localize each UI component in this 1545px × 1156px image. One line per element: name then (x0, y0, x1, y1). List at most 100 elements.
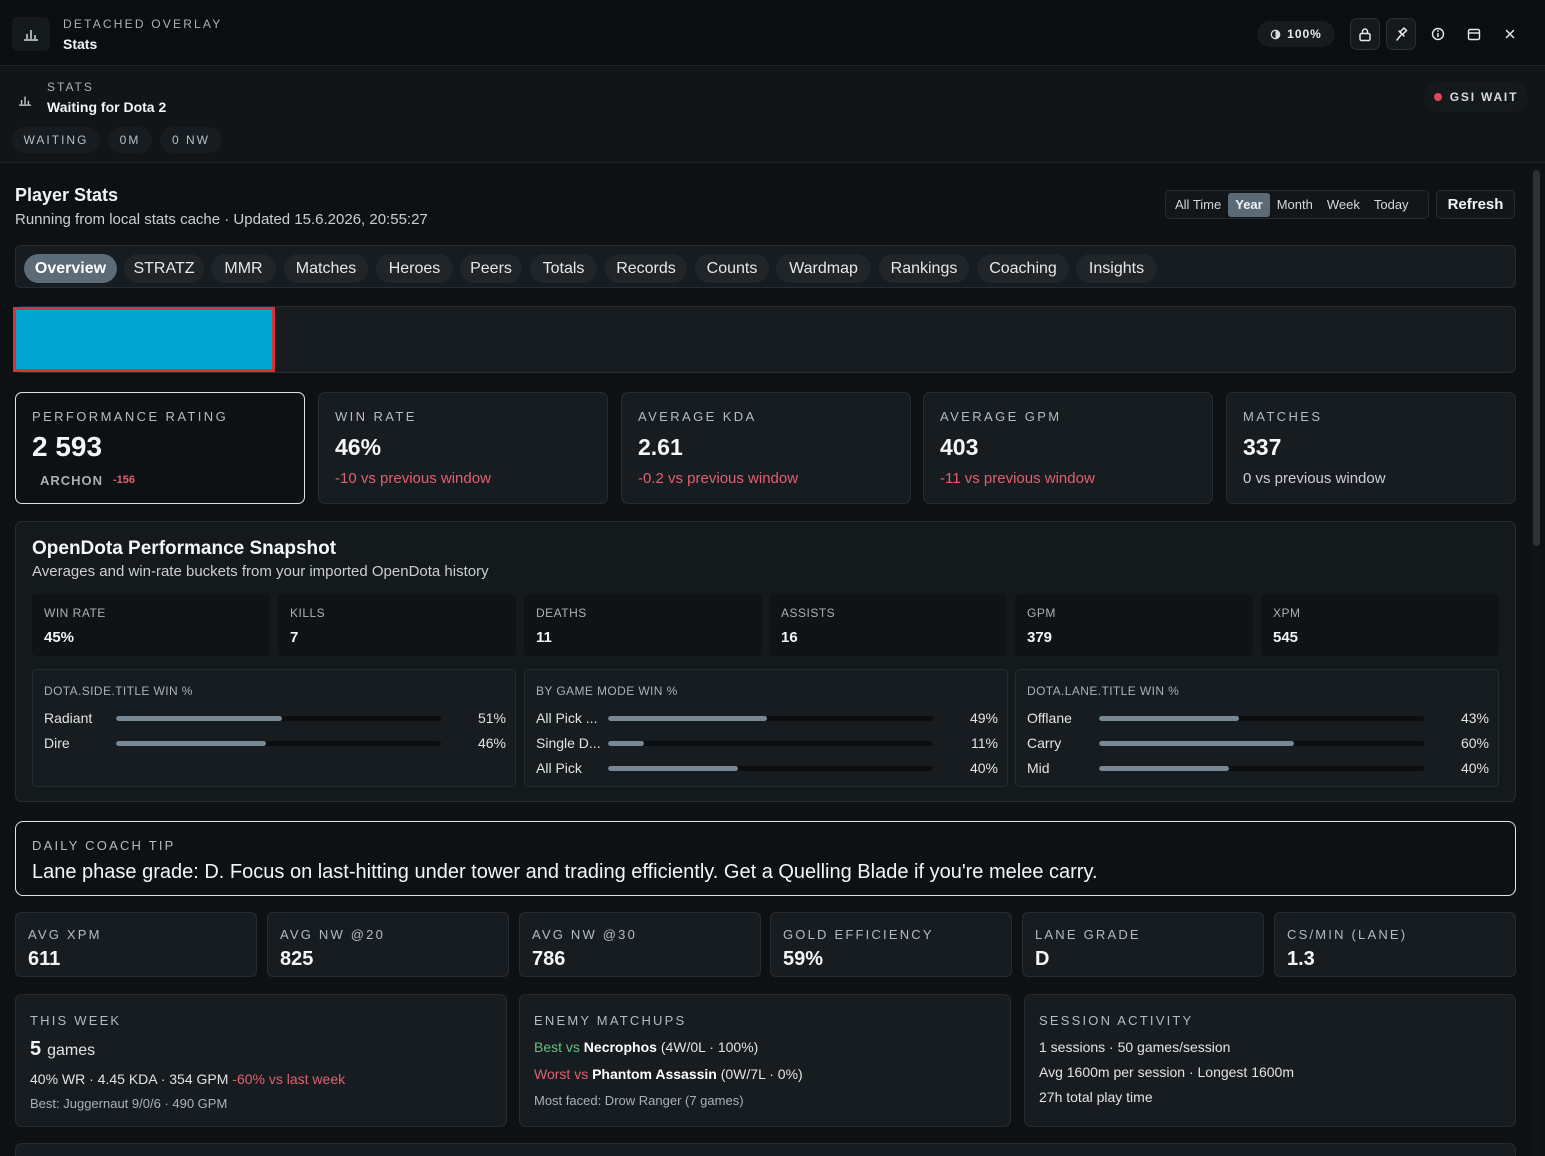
stats-status-bar: STATS Waiting for Dota 2 WAITING 0M 0 NW… (0, 67, 1545, 163)
tab-records[interactable]: Records (605, 254, 687, 283)
close-button[interactable] (1495, 18, 1525, 50)
gsi-status-badge: GSI WAIT (1424, 82, 1528, 112)
stat-label: AVG NW @30 (532, 927, 638, 942)
pin-button[interactable] (1386, 18, 1416, 50)
bucket-bar-track (116, 741, 441, 746)
bucket-row: Single D... 11% (536, 733, 998, 753)
mini-stat-value: 16 (781, 629, 798, 646)
stat-avg-nw-30: AVG NW @30 786 (519, 912, 761, 977)
mini-stat-value: 45% (44, 629, 75, 646)
worst-matchup: Worst vs Phantom Assassin (0W/7L · 0%) (534, 1066, 803, 1082)
session-line-3: 27h total play time (1039, 1089, 1153, 1105)
bucket-label: DOTA.SIDE.TITLE WIN % (44, 684, 193, 698)
worst-hero: Phantom Assassin (592, 1066, 717, 1082)
week-summary-line: 40% WR · 4.45 KDA · 354 GPM -60% vs last… (30, 1071, 345, 1087)
range-week[interactable]: Week (1320, 193, 1367, 217)
brightness-icon (1270, 29, 1281, 39)
mini-stat-value: 379 (1027, 629, 1053, 646)
kpi-value: 46% (335, 434, 382, 460)
info-button[interactable] (1423, 18, 1453, 50)
bucket-bar-fill (608, 716, 768, 721)
stat-cs-per-min: CS/MIN (LANE) 1.3 (1274, 912, 1516, 977)
this-week-card: THIS WEEK 5 games 40% WR · 4.45 KDA · 354… (15, 994, 507, 1127)
kpi-value: 2 593 (32, 431, 103, 462)
mini-stat-gpm: GPM 379 (1015, 594, 1253, 656)
mini-stat-value: 7 (290, 629, 299, 646)
kpi-win-rate: WIN RATE 46% -10 vs previous window (318, 392, 608, 504)
bar-chart-icon (12, 17, 50, 51)
tab-mmr[interactable]: MMR (211, 254, 276, 283)
opacity-control[interactable]: 100% (1257, 21, 1335, 47)
tip-label: DAILY COACH TIP (32, 838, 176, 853)
bucket-bar-fill (608, 766, 738, 771)
tab-coaching[interactable]: Coaching (977, 254, 1069, 283)
bucket-side-win: DOTA.SIDE.TITLE WIN % Radiant 51% Dire 4… (32, 669, 516, 787)
bucket-row-percent: 40% (969, 760, 998, 776)
session-activity-card: SESSION ACTIVITY 1 sessions · 50 games/s… (1024, 994, 1516, 1127)
tab-matches[interactable]: Matches (284, 254, 368, 283)
bucket-bar-track (608, 766, 933, 771)
stat-value: 1.3 (1287, 948, 1315, 970)
stat-value: 59% (783, 948, 824, 970)
worst-detail: (0W/7L · 0%) (720, 1066, 803, 1082)
highlighted-banner-element[interactable] (13, 307, 275, 372)
snapshot-subtitle: Averages and win-rate buckets from your … (32, 563, 489, 580)
tab-heroes[interactable]: Heroes (376, 254, 453, 283)
stat-value: 786 (532, 948, 566, 970)
gsi-status-text: GSI WAIT (1449, 90, 1519, 104)
tab-totals[interactable]: Totals (530, 254, 597, 283)
refresh-button[interactable]: Refresh (1436, 190, 1515, 219)
mini-stat-value: 545 (1273, 629, 1299, 646)
bucket-row-percent: 43% (1460, 710, 1489, 726)
stats-tab-bar: Overview STRATZ MMR Matches Heroes Peers… (15, 245, 1516, 288)
mini-stat-label: KILLS (290, 606, 326, 620)
bucket-bar-fill (1099, 766, 1229, 771)
tab-peers[interactable]: Peers (460, 254, 522, 283)
kpi-label: PERFORMANCE RATING (32, 409, 229, 424)
tab-overview[interactable]: Overview (24, 254, 117, 283)
bucket-bar-fill (116, 741, 266, 746)
daily-coach-tip: DAILY COACH TIP Lane phase grade: D. Foc… (15, 821, 1516, 896)
bucket-row: All Pick ... 49% (536, 708, 998, 728)
opacity-value: 100% (1287, 27, 1322, 41)
rank-medal-text: ARCHON (40, 473, 104, 488)
week-change: -60% vs last week (232, 1071, 346, 1087)
time-range-selector: All Time Year Month Week Today (1165, 190, 1429, 219)
mini-stat-deaths: DEATHS 11 (524, 594, 762, 656)
tab-insights[interactable]: Insights (1076, 254, 1157, 283)
bucket-bar-track (116, 716, 441, 721)
bucket-row-percent: 46% (477, 735, 506, 751)
tab-stratz[interactable]: STRATZ (124, 254, 204, 283)
mini-stat-assists: ASSISTS 16 (769, 594, 1007, 656)
bucket-row: Offlane 43% (1027, 708, 1489, 728)
rank-delta: -156 (113, 474, 136, 486)
tab-wardmap[interactable]: Wardmap (776, 254, 871, 283)
week-game-unit: games (47, 1042, 96, 1059)
bucket-row-name: Single D... (536, 735, 601, 751)
range-month[interactable]: Month (1270, 193, 1320, 217)
scrollbar-thumb[interactable] (1533, 170, 1540, 546)
week-summary: 40% WR · 4.45 KDA · 354 GPM (30, 1071, 229, 1087)
stat-label: LANE GRADE (1035, 927, 1141, 942)
kpi-label: WIN RATE (335, 409, 417, 424)
info-icon (1431, 27, 1445, 41)
range-year[interactable]: Year (1228, 192, 1270, 217)
lock-button[interactable] (1350, 18, 1380, 50)
bucket-bar-fill (608, 741, 644, 746)
stat-value: 611 (28, 948, 61, 970)
bucket-bar-track (1099, 766, 1424, 771)
stat-value: D (1035, 948, 1050, 970)
best-detail: (4W/0L · 100%) (660, 1039, 759, 1055)
next-section-card (15, 1143, 1516, 1156)
bucket-row-percent: 11% (971, 735, 998, 751)
week-best: Best: Juggernaut 9/0/6 · 490 GPM (30, 1096, 228, 1111)
bucket-label: DOTA.LANE.TITLE WIN % (1027, 684, 1180, 698)
enemy-matchups-card: ENEMY MATCHUPS Best vs Necrophos (4W/0L … (519, 994, 1011, 1127)
window-mode-button[interactable] (1459, 18, 1489, 50)
tab-counts[interactable]: Counts (695, 254, 769, 283)
tab-rankings[interactable]: Rankings (879, 254, 969, 283)
range-today[interactable]: Today (1367, 193, 1416, 217)
range-all-time[interactable]: All Time (1168, 193, 1228, 217)
kpi-delta: -0.2 vs previous window (638, 470, 799, 487)
lock-icon (1359, 27, 1371, 41)
